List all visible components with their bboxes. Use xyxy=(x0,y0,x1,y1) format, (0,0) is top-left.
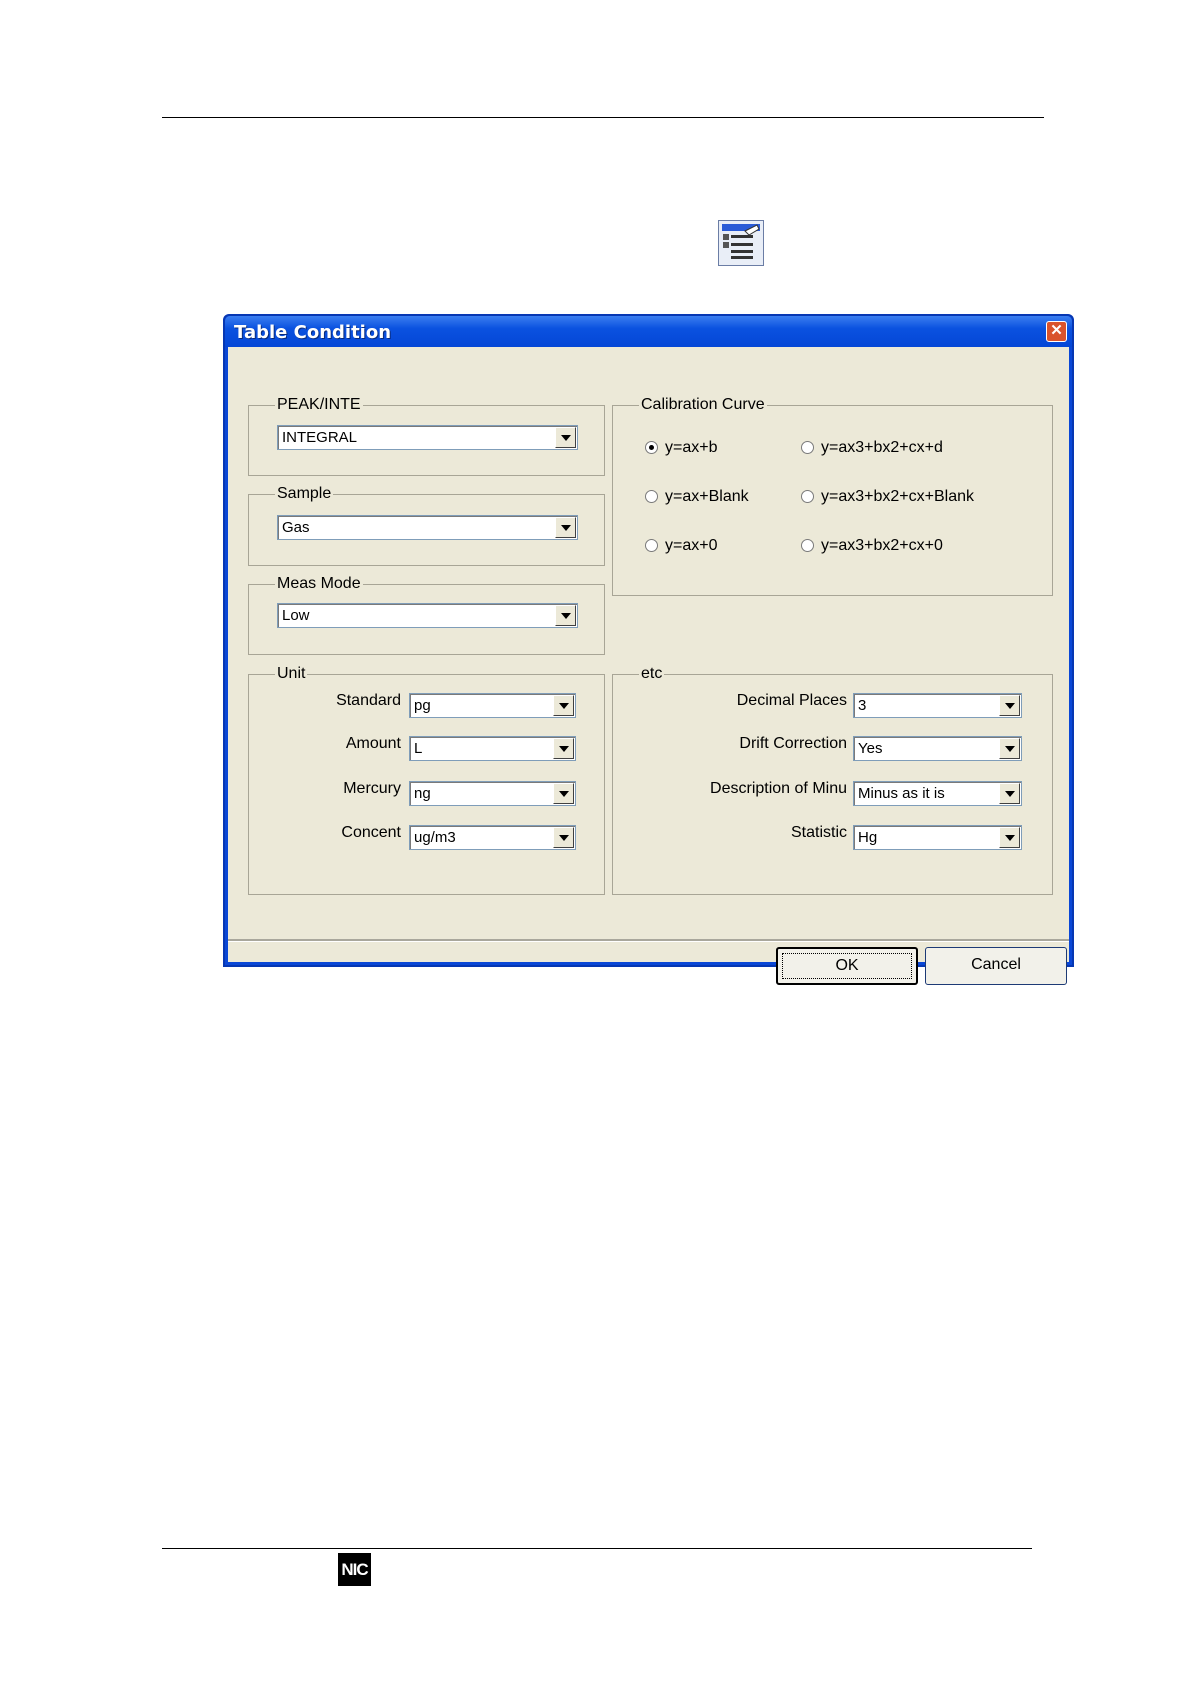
chevron-down-icon[interactable] xyxy=(999,695,1020,716)
description-of-minus-label: Description of Minu xyxy=(710,780,847,797)
header-rule xyxy=(162,117,1044,118)
dialog-title: Table Condition xyxy=(234,322,392,343)
standard-label: Standard xyxy=(336,692,401,709)
ok-button[interactable]: OK xyxy=(776,947,918,985)
chevron-down-icon[interactable] xyxy=(553,695,574,716)
chevron-down-icon[interactable] xyxy=(999,827,1020,848)
chevron-down-icon[interactable] xyxy=(999,738,1020,759)
sample-value: Gas xyxy=(282,519,310,536)
chevron-down-icon[interactable] xyxy=(555,427,576,448)
etc-group: etc Decimal Places 3 Drift Correction Ye… xyxy=(612,664,1053,895)
radio-label: y=ax3+bx2+cx+0 xyxy=(821,537,943,554)
decimal-places-label: Decimal Places xyxy=(736,692,847,709)
table-condition-icon xyxy=(718,220,764,266)
statistic-select[interactable]: Hg xyxy=(853,825,1022,850)
meas-mode-legend: Meas Mode xyxy=(275,574,363,594)
chevron-down-icon[interactable] xyxy=(553,783,574,804)
meas-mode-group: Meas Mode Low xyxy=(248,574,605,655)
radio-button[interactable] xyxy=(645,539,658,552)
unit-group: Unit Standard pg Amount L Mercury ng Con… xyxy=(248,664,605,895)
footer-separator xyxy=(228,939,1069,942)
radio-button[interactable] xyxy=(645,441,658,454)
amount-select[interactable]: L xyxy=(409,736,576,761)
etc-legend: etc xyxy=(639,664,665,684)
peak-inte-select[interactable]: INTEGRAL xyxy=(277,425,578,450)
radio-button[interactable] xyxy=(801,539,814,552)
description-of-minus-select[interactable]: Minus as it is xyxy=(853,781,1022,806)
sample-group: Sample Gas xyxy=(248,484,605,566)
table-condition-dialog: Table Condition ✕ PEAK/INTE INTEGRAL Sam… xyxy=(223,314,1074,985)
dialog-titlebar[interactable]: Table Condition ✕ xyxy=(225,316,1072,347)
radio-label: y=ax3+bx2+cx+Blank xyxy=(821,488,974,505)
peak-inte-group: PEAK/INTE INTEGRAL xyxy=(248,395,605,476)
statistic-value: Hg xyxy=(858,829,878,846)
radio-button[interactable] xyxy=(801,490,814,503)
nic-logo: NIC xyxy=(338,1553,371,1586)
concent-select[interactable]: ug/m3 xyxy=(409,825,576,850)
standard-select[interactable]: pg xyxy=(409,693,576,718)
mercury-value: ng xyxy=(414,785,431,802)
drift-correction-label: Drift Correction xyxy=(739,735,847,752)
concent-label: Concent xyxy=(341,824,401,841)
amount-label: Amount xyxy=(345,735,401,752)
radio-label: y=ax+Blank xyxy=(665,488,749,505)
unit-legend: Unit xyxy=(275,664,308,684)
drift-correction-select[interactable]: Yes xyxy=(853,736,1022,761)
calibration-curve-legend: Calibration Curve xyxy=(639,395,767,415)
peak-inte-value: INTEGRAL xyxy=(282,429,358,446)
decimal-places-value: 3 xyxy=(858,697,867,714)
radio-label: y=ax+0 xyxy=(665,537,718,554)
radio-button[interactable] xyxy=(801,441,814,454)
meas-mode-value: Low xyxy=(282,607,310,624)
description-of-minus-value: Minus as it is xyxy=(858,785,945,802)
concent-value: ug/m3 xyxy=(414,829,456,846)
chevron-down-icon[interactable] xyxy=(999,783,1020,804)
sample-select[interactable]: Gas xyxy=(277,515,578,540)
standard-value: pg xyxy=(414,697,431,714)
mercury-select[interactable]: ng xyxy=(409,781,576,806)
drift-correction-value: Yes xyxy=(858,740,883,757)
dialog-client: PEAK/INTE INTEGRAL Sample Gas Meas Mode … xyxy=(228,347,1069,985)
calibration-curve-group: Calibration Curve y=ax+b y=ax3+bx2+cx+d … xyxy=(612,395,1053,596)
radio-label: y=ax+b xyxy=(665,439,718,456)
chevron-down-icon[interactable] xyxy=(553,827,574,848)
footer-rule xyxy=(162,1548,1032,1549)
close-icon[interactable]: ✕ xyxy=(1046,321,1067,342)
cancel-button-label: Cancel xyxy=(971,956,1021,973)
meas-mode-select[interactable]: Low xyxy=(277,603,578,628)
chevron-down-icon[interactable] xyxy=(553,738,574,759)
chevron-down-icon[interactable] xyxy=(555,517,576,538)
focus-rect xyxy=(782,953,912,979)
amount-value: L xyxy=(414,740,423,757)
chevron-down-icon[interactable] xyxy=(555,605,576,626)
radio-label: y=ax3+bx2+cx+d xyxy=(821,439,943,456)
statistic-label: Statistic xyxy=(790,824,847,841)
sample-legend: Sample xyxy=(275,484,334,504)
peak-inte-legend: PEAK/INTE xyxy=(275,395,363,415)
cancel-button[interactable]: Cancel xyxy=(925,947,1067,985)
decimal-places-select[interactable]: 3 xyxy=(853,693,1022,718)
mercury-label: Mercury xyxy=(343,780,401,797)
radio-button[interactable] xyxy=(645,490,658,503)
